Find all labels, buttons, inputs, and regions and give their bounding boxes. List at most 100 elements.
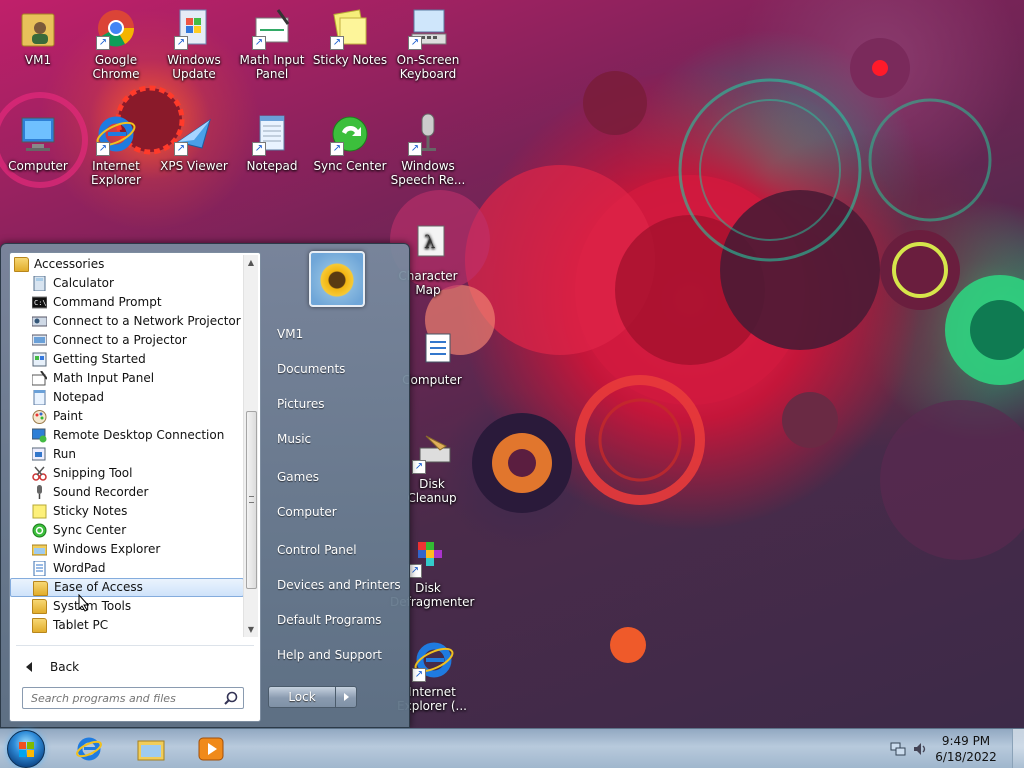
right-item-devices-and-printers[interactable]: Devices and Printers (267, 571, 403, 599)
program-item-sticky-notes[interactable]: Sticky Notes (10, 502, 244, 521)
program-item-connect-network-projector[interactable]: Connect to a Network Projector (10, 312, 244, 331)
shortcut-arrow-icon: ↗ (412, 460, 426, 474)
svg-text:C:\: C:\ (34, 299, 47, 307)
program-item-sound-recorder[interactable]: Sound Recorder (10, 483, 244, 502)
desktop-icon-computer[interactable]: Computer (0, 112, 76, 173)
desktop-icon-sync-center[interactable]: ↗ Sync Center (312, 112, 388, 173)
program-label: Command Prompt (53, 295, 162, 309)
folder-icon (14, 257, 29, 272)
program-label: Sound Recorder (53, 485, 149, 499)
program-item-tablet-pc[interactable]: Tablet PC (10, 616, 244, 635)
math-input-icon (32, 371, 47, 386)
network-projector-icon (32, 316, 47, 327)
program-item-windows-explorer[interactable]: Windows Explorer (10, 540, 244, 559)
program-label: Notepad (53, 390, 104, 404)
desktop-icon-windows-speech-recognition[interactable]: ↗ Windows Speech Re... (390, 112, 466, 187)
program-item-paint[interactable]: Paint (10, 407, 244, 426)
back-button[interactable]: Back (18, 655, 168, 679)
search-icon[interactable] (224, 691, 238, 705)
program-item-run[interactable]: Run (10, 445, 244, 464)
shutdown-options-button[interactable] (335, 686, 357, 708)
microphone-icon: ↗ (406, 112, 450, 156)
computer-management-icon (410, 326, 454, 370)
program-item-connect-projector[interactable]: Connect to a Projector (10, 331, 244, 350)
scroll-up-arrow-icon[interactable]: ▲ (244, 255, 258, 270)
program-item-notepad[interactable]: Notepad (10, 388, 244, 407)
program-item-wordpad[interactable]: WordPad (10, 559, 244, 578)
right-item-pictures[interactable]: Pictures (267, 390, 403, 418)
right-item-music[interactable]: Music (267, 425, 403, 453)
right-item-label: Help and Support (277, 648, 382, 662)
program-list-scrollbar[interactable]: ▲ ▼ (243, 255, 258, 637)
user-picture[interactable] (309, 251, 365, 307)
desktop-icon-math-input-panel[interactable]: ↗ Math Input Panel (234, 6, 310, 81)
right-item-documents[interactable]: Documents (267, 355, 403, 383)
right-item-default-programs[interactable]: Default Programs (267, 606, 403, 634)
back-arrow-icon (26, 662, 32, 672)
taskbar-internet-explorer[interactable] (62, 731, 116, 767)
desktop-icon-label: Computer (402, 373, 462, 387)
desktop-icon-sticky-notes[interactable]: ↗ Sticky Notes (312, 6, 388, 67)
right-item-computer[interactable]: Computer (267, 498, 403, 526)
search-box[interactable] (22, 687, 244, 709)
disk-defragmenter-icon: ↗ (406, 534, 450, 578)
volume-icon[interactable] (912, 741, 928, 757)
program-item-system-tools[interactable]: System Tools (10, 597, 244, 616)
right-item-label: Computer (277, 505, 337, 519)
show-desktop-button[interactable] (1012, 729, 1024, 768)
shortcut-arrow-icon: ↗ (174, 36, 188, 50)
network-icon[interactable] (890, 741, 906, 757)
desktop-icon-google-chrome[interactable]: ↗ Google Chrome (78, 6, 154, 81)
math-input-icon: ↗ (250, 6, 294, 50)
sticky-notes-icon: ↗ (328, 6, 372, 50)
desktop-icon-internet-explorer[interactable]: ↗ Internet Explorer (78, 112, 154, 187)
desktop-icon-windows-update[interactable]: ↗ Windows Update (156, 6, 232, 81)
right-item-help-and-support[interactable]: Help and Support (267, 641, 403, 669)
taskbar-windows-explorer[interactable] (124, 731, 178, 767)
desktop-icon-label: XPS Viewer (160, 159, 228, 173)
program-item-getting-started[interactable]: Getting Started (10, 350, 244, 369)
start-menu-left-pane: Accessories Calculator C:\ Command Promp… (9, 252, 261, 722)
projector-icon (32, 334, 47, 346)
program-item-command-prompt[interactable]: C:\ Command Prompt (10, 293, 244, 312)
sticky-notes-icon (32, 504, 47, 519)
desktop-icon-label: Sticky Notes (312, 53, 388, 67)
program-item-calculator[interactable]: Calculator (10, 274, 244, 293)
folder-icon (32, 618, 47, 633)
right-item-label: Games (277, 470, 319, 484)
shortcut-arrow-icon: ↗ (412, 668, 426, 682)
shortcut-arrow-icon: ↗ (174, 142, 188, 156)
sync-center-icon (32, 523, 47, 538)
desktop-icon-on-screen-keyboard[interactable]: ↗ On-Screen Keyboard (390, 6, 466, 81)
computer-icon (16, 112, 60, 156)
program-item-sync-center[interactable]: Sync Center (10, 521, 244, 540)
desktop-icon-label: Sync Center (313, 159, 387, 173)
shortcut-arrow-icon: ↗ (252, 142, 266, 156)
desktop-icon-vm1[interactable]: VM1 (0, 6, 76, 67)
scrollbar-thumb[interactable] (246, 411, 257, 589)
desktop-icon-notepad[interactable]: ↗ Notepad (234, 112, 310, 173)
shortcut-arrow-icon: ↗ (408, 36, 422, 50)
lock-button[interactable]: Lock (268, 686, 336, 708)
internet-explorer-icon (76, 737, 102, 761)
clock-time: 9:49 PM (941, 734, 991, 748)
taskbar: 9:49 PM 6/18/2022 (0, 728, 1024, 768)
program-item-snipping-tool[interactable]: Snipping Tool (10, 464, 244, 483)
scroll-down-arrow-icon[interactable]: ▼ (244, 622, 258, 637)
program-item-remote-desktop[interactable]: Remote Desktop Connection (10, 426, 244, 445)
program-item-ease-of-access[interactable]: Ease of Access (10, 578, 244, 597)
search-input[interactable] (23, 688, 219, 708)
right-item-games[interactable]: Games (267, 463, 403, 491)
clock[interactable]: 9:49 PM 6/18/2022 (934, 733, 998, 765)
desktop-icon-label: VM1 (24, 53, 52, 67)
right-item-control-panel[interactable]: Control Panel (267, 536, 403, 564)
taskbar-media-player[interactable] (184, 731, 238, 767)
windows-explorer-icon (32, 544, 47, 556)
desktop-icon-xps-viewer[interactable]: ↗ XPS Viewer (156, 112, 232, 173)
program-item-accessories[interactable]: Accessories (10, 255, 244, 274)
desktop-icon-label: Internet Explorer (91, 159, 141, 187)
program-item-math-input-panel[interactable]: Math Input Panel (10, 369, 244, 388)
right-item-vm1[interactable]: VM1 (267, 320, 403, 348)
start-button[interactable] (7, 730, 45, 768)
desktop-icon-label: Windows Speech Re... (390, 159, 466, 187)
